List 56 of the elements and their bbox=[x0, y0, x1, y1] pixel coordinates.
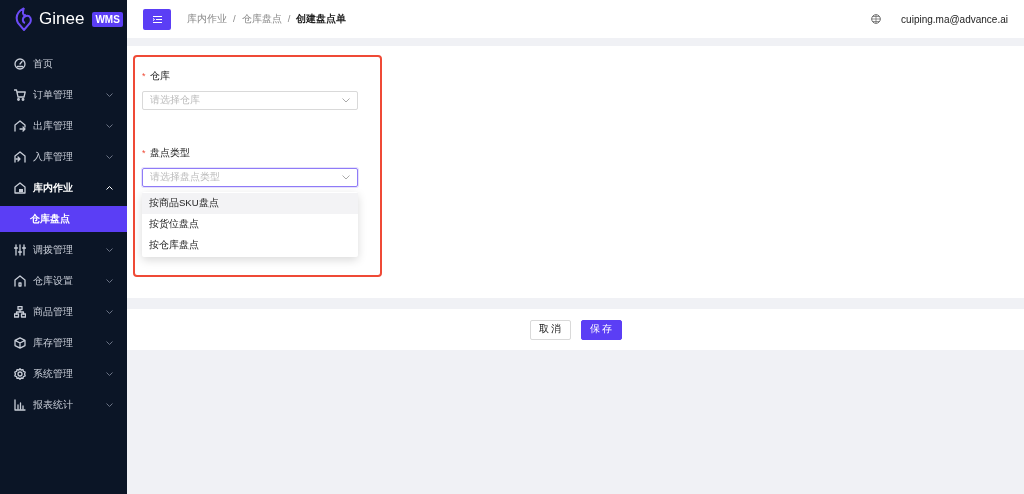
chevron-icon bbox=[342, 98, 350, 103]
house-icon bbox=[14, 181, 26, 194]
sidebar-item[interactable]: 订单管理 bbox=[0, 79, 127, 110]
menu-button[interactable] bbox=[143, 8, 171, 30]
sidebar-item[interactable]: 调拨管理 bbox=[0, 234, 127, 265]
cube-icon bbox=[14, 336, 26, 349]
save-button[interactable]: 保存 bbox=[580, 319, 622, 340]
sidebar-subitem[interactable]: 仓库盘点 bbox=[0, 205, 127, 232]
chevron-icon bbox=[106, 371, 113, 376]
required-mark: * bbox=[142, 71, 146, 81]
house-arrow-icon bbox=[14, 119, 26, 132]
sidebar-item[interactable]: 报表统计 bbox=[0, 389, 127, 420]
cancel-button[interactable]: 取消 bbox=[529, 319, 571, 340]
gauge-icon bbox=[14, 57, 26, 70]
sidebar-item[interactable]: 库存管理 bbox=[0, 327, 127, 358]
breadcrumb-link[interactable]: 库内作业 bbox=[187, 12, 227, 26]
gear-icon bbox=[14, 367, 26, 380]
breadcrumb-separator: / bbox=[233, 12, 236, 26]
sidebar-item[interactable]: 出库管理 bbox=[0, 110, 127, 141]
sidebar-item[interactable]: 首页 bbox=[0, 48, 127, 79]
breadcrumb-separator: / bbox=[287, 12, 291, 26]
logo-icon bbox=[14, 7, 34, 31]
chevron-icon bbox=[106, 123, 113, 128]
chevron-icon bbox=[106, 402, 113, 407]
user-email[interactable]: cuiping.ma@advance.ai bbox=[901, 13, 1008, 25]
chevron-icon bbox=[106, 185, 113, 190]
chevron-icon bbox=[106, 247, 113, 252]
house-icon bbox=[14, 274, 26, 287]
sliders-icon bbox=[14, 243, 26, 256]
chevron-icon bbox=[106, 340, 113, 345]
logo-text: Ginee bbox=[39, 9, 85, 29]
hierarchy-icon bbox=[14, 305, 26, 318]
breadcrumb-link[interactable]: 仓库盘点 bbox=[241, 12, 282, 26]
chevron-icon bbox=[342, 175, 350, 180]
house-arrow-icon bbox=[14, 150, 26, 163]
chevron-icon bbox=[106, 92, 113, 97]
sidebar-item[interactable]: 仓库设置 bbox=[0, 265, 127, 296]
field-label: 盘点类型 bbox=[149, 146, 190, 160]
sidebar-item[interactable]: 入库管理 bbox=[0, 141, 127, 172]
dropdown-option[interactable]: 按货位盘点 bbox=[142, 214, 358, 235]
menu-icon bbox=[152, 15, 162, 23]
sidebar-item[interactable]: 库内作业 bbox=[0, 172, 127, 203]
product-badge: WMS bbox=[92, 11, 123, 27]
chevron-icon bbox=[106, 309, 113, 314]
chevron-icon bbox=[106, 154, 113, 159]
cart-icon bbox=[14, 88, 26, 101]
sidebar-item[interactable]: 商品管理 bbox=[0, 296, 127, 327]
field-label: 仓库 bbox=[149, 69, 170, 83]
chevron-icon bbox=[106, 278, 113, 283]
bar-chart-icon bbox=[14, 398, 26, 411]
required-mark: * bbox=[142, 148, 146, 158]
page-title: 创建盘点单 bbox=[296, 12, 347, 26]
sidebar-item[interactable]: 系统管理 bbox=[0, 358, 127, 389]
dropdown-option[interactable]: 按仓库盘点 bbox=[142, 235, 358, 256]
dropdown-option[interactable]: 按商品SKU盘点 bbox=[142, 193, 358, 214]
globe-icon[interactable] bbox=[871, 14, 882, 24]
